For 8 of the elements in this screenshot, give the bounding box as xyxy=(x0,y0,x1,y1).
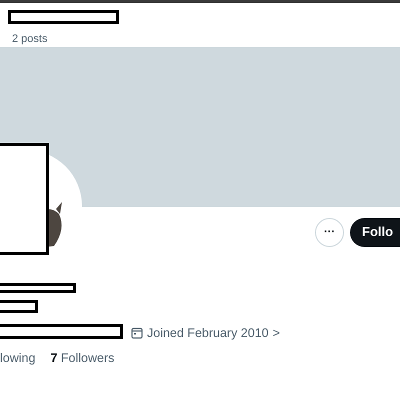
more-button[interactable]: ··· xyxy=(315,218,344,246)
joined-date: Joined February 2010 xyxy=(147,325,269,342)
stat-link[interactable]: lowing xyxy=(0,349,36,368)
stat-link[interactable]: 7 Followers xyxy=(50,349,114,368)
chevron-icon[interactable]: > xyxy=(272,324,280,343)
calendar-icon xyxy=(131,327,143,340)
post-count: 2 posts xyxy=(12,32,48,47)
follow-button[interactable]: Follo xyxy=(350,218,400,246)
